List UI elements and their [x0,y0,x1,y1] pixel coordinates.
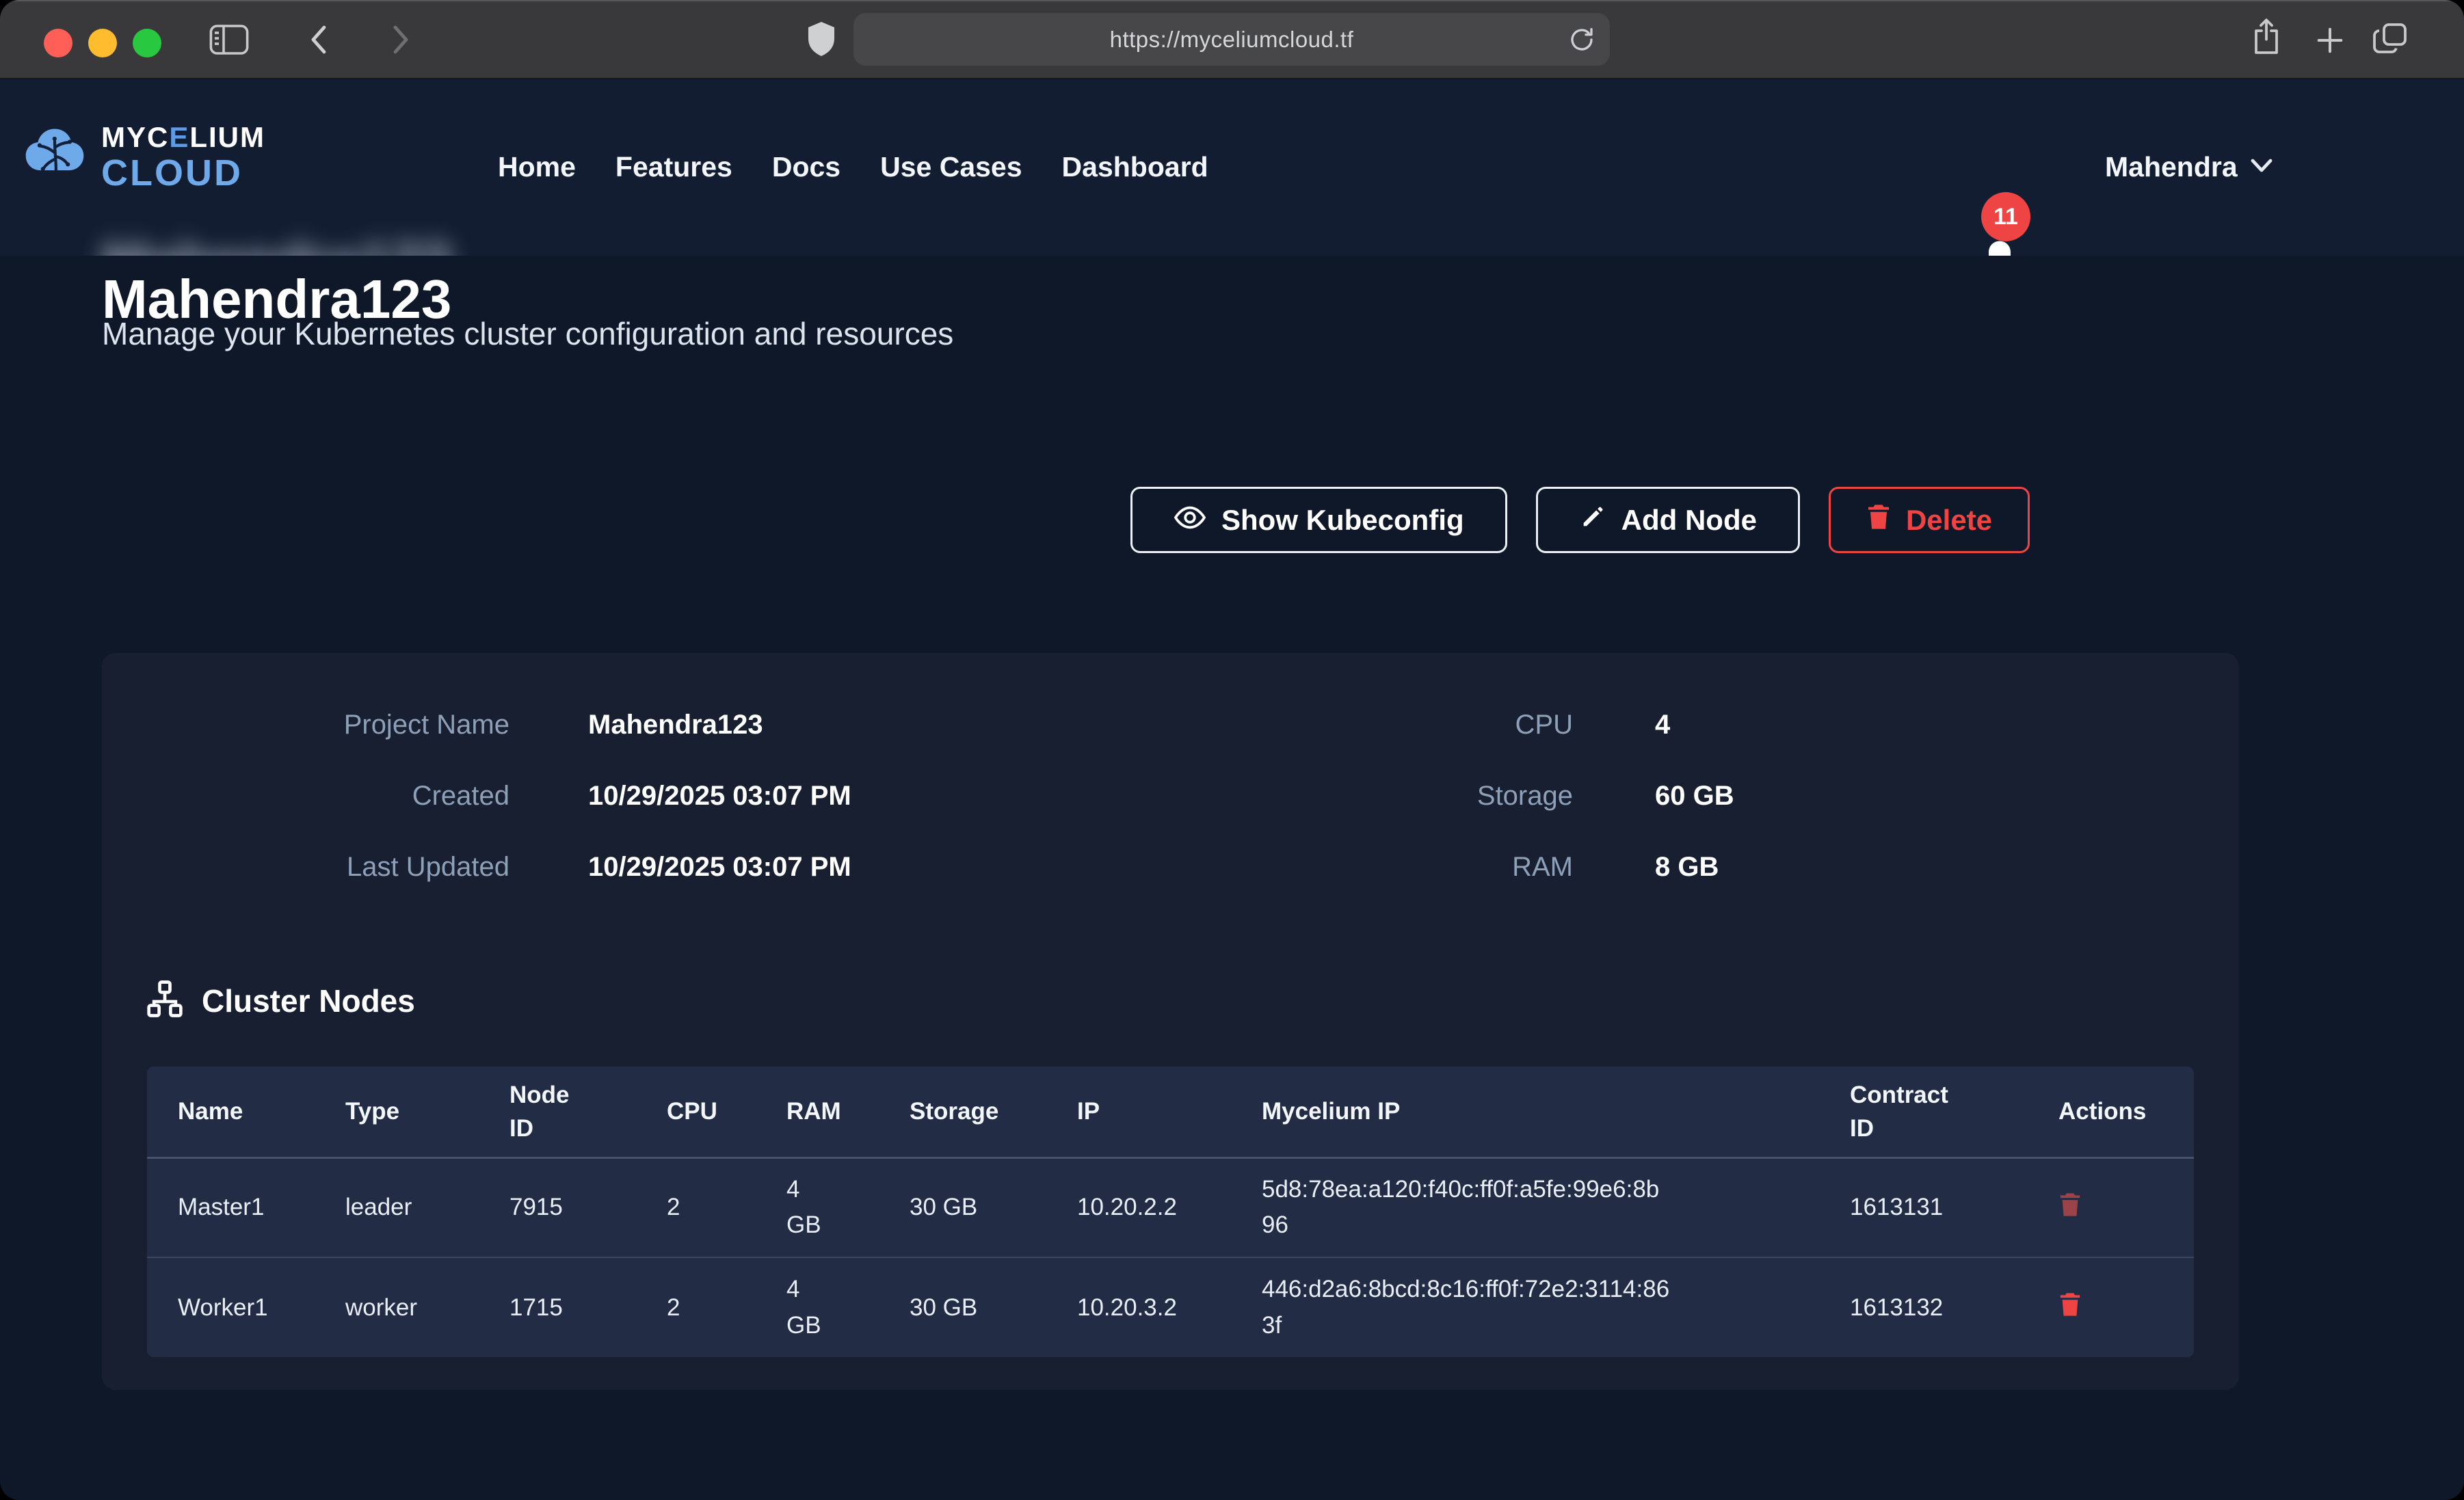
info-label: Storage [1169,781,1573,812]
col-mycelium-ip: Mycelium IP [1231,1067,1819,1157]
info-value: 10/29/2025 03:07 PM [588,852,851,883]
show-kubeconfig-button[interactable]: Show Kubeconfig [1130,487,1507,553]
col-node-id: Node ID [479,1067,636,1157]
node-ip: 10.20.3.2 [1046,1257,1231,1357]
node-ip: 10.20.2.2 [1046,1157,1231,1257]
cluster-info-left: Project Name Mahendra123 Created 10/29/2… [102,689,851,902]
col-name: Name [147,1067,315,1157]
window-controls [44,29,161,57]
delete-node-button[interactable] [2058,1192,2082,1218]
col-ram: RAM [756,1067,879,1157]
nav-link-home[interactable]: Home [498,151,576,183]
cluster-nodes-title: Cluster Nodes [202,982,415,1019]
node-cpu: 2 [636,1257,756,1357]
info-label: RAM [1169,852,1573,883]
nav-link-docs[interactable]: Docs [772,151,840,183]
node-name: Master1 [147,1157,315,1257]
col-ip: IP [1046,1067,1231,1157]
node-actions [2028,1157,2194,1257]
privacy-shield-icon[interactable] [806,21,837,61]
sidebar-toggle-icon[interactable] [209,23,249,59]
info-value: Mahendra123 [588,710,851,740]
table-row: Worker1 worker 1715 2 4 GB 30 GB 10.20.3… [147,1257,2194,1357]
node-actions [2028,1257,2194,1357]
info-value: 60 GB [1655,781,1734,812]
forward-icon[interactable] [391,25,410,58]
cluster-nodes-header: Cluster Nodes [146,980,415,1021]
node-contract-id: 1613131 [1819,1157,2028,1257]
node-mycelium-ip: 5d8:78ea:a120:f40c:ff0f:a5fe:99e6:8b96 [1231,1157,1819,1257]
info-value: 10/29/2025 03:07 PM [588,781,851,812]
address-bar[interactable]: https://myceliumcloud.tf [853,13,1610,66]
col-cpu: CPU [636,1067,756,1157]
info-value: 4 [1655,710,1734,740]
logo-e-bars: E [169,121,189,153]
url-text: https://myceliumcloud.tf [1110,27,1354,53]
node-id: 1715 [479,1257,636,1357]
page-subtitle: Manage your Kubernetes cluster configura… [102,315,953,352]
network-nodes-icon [146,980,184,1021]
node-storage: 30 GB [879,1157,1046,1257]
logo[interactable]: MYCELIUM CLOUD [21,121,265,193]
info-label: Project Name [102,710,509,740]
back-icon[interactable] [309,25,328,58]
user-menu[interactable]: Mahendra [2105,79,2273,256]
tab-overview-icon[interactable] [2372,22,2407,58]
col-contract-id: Contract ID [1819,1067,2028,1157]
nav-link-dashboard[interactable]: Dashboard [1062,151,1208,183]
mycelium-cloud-logo-icon [21,121,89,193]
info-label: Last Updated [102,852,509,883]
col-storage: Storage [879,1067,1046,1157]
delete-cluster-button[interactable]: Delete [1829,487,2030,553]
new-tab-icon[interactable] [2314,25,2346,59]
node-ram: 4 GB [756,1157,879,1257]
node-mycelium-ip: 446:d2a6:8bcd:8c16:ff0f:72e2:3114:863f [1231,1257,1819,1357]
cluster-details-card: Project Name Mahendra123 Created 10/29/2… [102,653,2239,1390]
browser-toolbar: https://myceliumcloud.tf [0,0,2464,79]
delete-node-button[interactable] [2058,1291,2082,1317]
node-id: 7915 [479,1157,636,1257]
node-type: leader [315,1157,479,1257]
node-name: Worker1 [147,1257,315,1357]
add-node-button[interactable]: Add Node [1536,487,1800,553]
nav-links: Home Features Docs Use Cases Dashboard [498,79,1208,256]
reload-icon[interactable] [1567,24,1596,59]
info-value: 8 GB [1655,852,1734,883]
node-ram: 4 GB [756,1257,879,1357]
col-actions: Actions [2028,1067,2194,1157]
cluster-actions: Show Kubeconfig Add Node Delete [1130,487,2030,553]
logo-text: MYCELIUM CLOUD [101,123,265,191]
chevron-down-icon [2250,157,2273,177]
browser-window: https://myceliumcloud.tf Mahe [0,0,2464,1500]
table-header-row: Name Type Node ID CPU RAM Storage IP Myc… [147,1067,2194,1157]
nav-link-use-cases[interactable]: Use Cases [880,151,1022,183]
node-cpu: 2 [636,1157,756,1257]
minimize-window-button[interactable] [88,29,117,57]
notification-count-badge[interactable]: 11 [1981,192,2030,241]
nodes-table: Name Type Node ID CPU RAM Storage IP Myc… [147,1067,2194,1357]
node-storage: 30 GB [879,1257,1046,1357]
node-contract-id: 1613132 [1819,1257,2028,1357]
col-type: Type [315,1067,479,1157]
user-name: Mahendra [2105,151,2238,183]
site-navbar: Mahendra123 [0,79,2464,256]
pencil-icon [1579,503,1606,537]
info-label: CPU [1169,710,1573,740]
nav-link-features[interactable]: Features [615,151,732,183]
share-icon[interactable] [2251,18,2281,59]
cluster-info-right: CPU 4 Storage 60 GB RAM 8 GB [1169,689,1734,902]
eye-icon [1174,504,1206,537]
info-label: Created [102,781,509,812]
zoom-window-button[interactable] [133,29,161,57]
page-title-blurred: Mahendra123 [102,231,451,256]
node-type: worker [315,1257,479,1357]
table-row: Master1 leader 7915 2 4 GB 30 GB 10.20.2… [147,1157,2194,1257]
close-window-button[interactable] [44,29,72,57]
trash-icon [1866,503,1891,537]
